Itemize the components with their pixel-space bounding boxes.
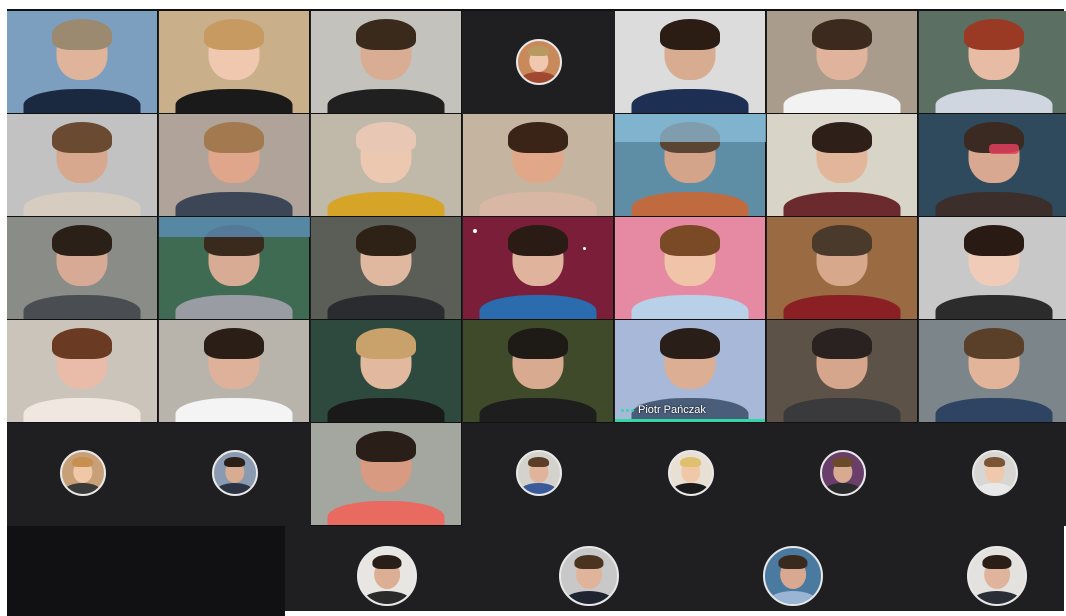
participant-video [159, 11, 309, 113]
active-speaker-tile[interactable]: Piotr Pańczak [615, 320, 766, 423]
participant-video-tile[interactable] [159, 11, 310, 114]
participant-video-tile[interactable] [7, 320, 158, 423]
participant-video-tile[interactable] [767, 11, 918, 114]
participant-video-tile[interactable] [159, 114, 310, 217]
participant-video-tile[interactable] [311, 114, 462, 217]
participant-video [311, 114, 461, 216]
participant-video [767, 114, 917, 216]
speaking-indicator-icon [621, 408, 634, 412]
participant-video [159, 114, 309, 216]
participant-video [463, 320, 613, 422]
participant-video-tile[interactable] [919, 320, 1066, 423]
participant-avatar [515, 449, 562, 496]
participant-video [615, 11, 765, 113]
participant-name: Piotr Pańczak [638, 404, 706, 416]
participant-video-tile[interactable] [311, 423, 462, 526]
participant-video-tile[interactable] [7, 11, 158, 114]
participant-video-tile[interactable] [7, 114, 158, 217]
participant-video [159, 320, 309, 422]
participant-video [767, 217, 917, 319]
participant-video [311, 217, 461, 319]
participant-video-tile[interactable] [311, 217, 462, 320]
participant-video [311, 11, 461, 113]
participant-video [7, 217, 157, 319]
participant-video-tile[interactable] [919, 217, 1066, 320]
participant-video-tile[interactable] [615, 11, 766, 114]
participant-avatar [515, 38, 562, 85]
participant-video [919, 114, 1066, 216]
participant-video [7, 320, 157, 422]
participant-video-tile[interactable] [919, 11, 1066, 114]
participant-video-tile[interactable] [615, 217, 766, 320]
participant-video [463, 114, 613, 216]
background-detail [615, 114, 766, 142]
participant-video [615, 217, 765, 319]
participant-video-tile[interactable] [767, 114, 918, 217]
empty-tile [7, 526, 285, 616]
participant-avatar-large [763, 546, 823, 606]
participant-avatar-large [559, 546, 619, 606]
participant-avatar [667, 449, 714, 496]
participant-avatar [971, 449, 1018, 496]
background-detail [583, 247, 586, 250]
participant-video-tile[interactable] [767, 320, 918, 423]
participant-video [463, 217, 613, 319]
participant-video-tile[interactable] [311, 320, 462, 423]
participant-video-tile[interactable] [159, 320, 310, 423]
video-grid: Piotr Pańczak [7, 9, 1066, 616]
speaking-bar [615, 419, 765, 422]
participant-video-tile[interactable] [919, 114, 1066, 217]
participant-video [7, 11, 157, 113]
background-detail [159, 217, 310, 237]
background-detail [473, 229, 477, 233]
participant-video [919, 217, 1066, 319]
participant-video [919, 11, 1066, 113]
participant-avatar [819, 449, 866, 496]
participant-video-tile[interactable] [7, 217, 158, 320]
participant-video [767, 11, 917, 113]
participant-video-tile[interactable] [463, 217, 614, 320]
participant-video-tile[interactable] [463, 114, 614, 217]
participant-video-tile[interactable] [463, 320, 614, 423]
participant-avatar-large [357, 546, 417, 606]
participant-video [767, 320, 917, 422]
participant-video [7, 114, 157, 216]
participant-name-tag: Piotr Pańczak [621, 404, 706, 416]
background-detail [989, 144, 1019, 154]
participant-avatar-large [967, 546, 1027, 606]
participant-video [919, 320, 1066, 422]
participant-video-tile[interactable] [311, 11, 462, 114]
participant-video [311, 423, 461, 525]
participant-video [311, 320, 461, 422]
participant-avatar [59, 449, 106, 496]
participant-video-tile[interactable] [767, 217, 918, 320]
participant-avatar [211, 449, 258, 496]
